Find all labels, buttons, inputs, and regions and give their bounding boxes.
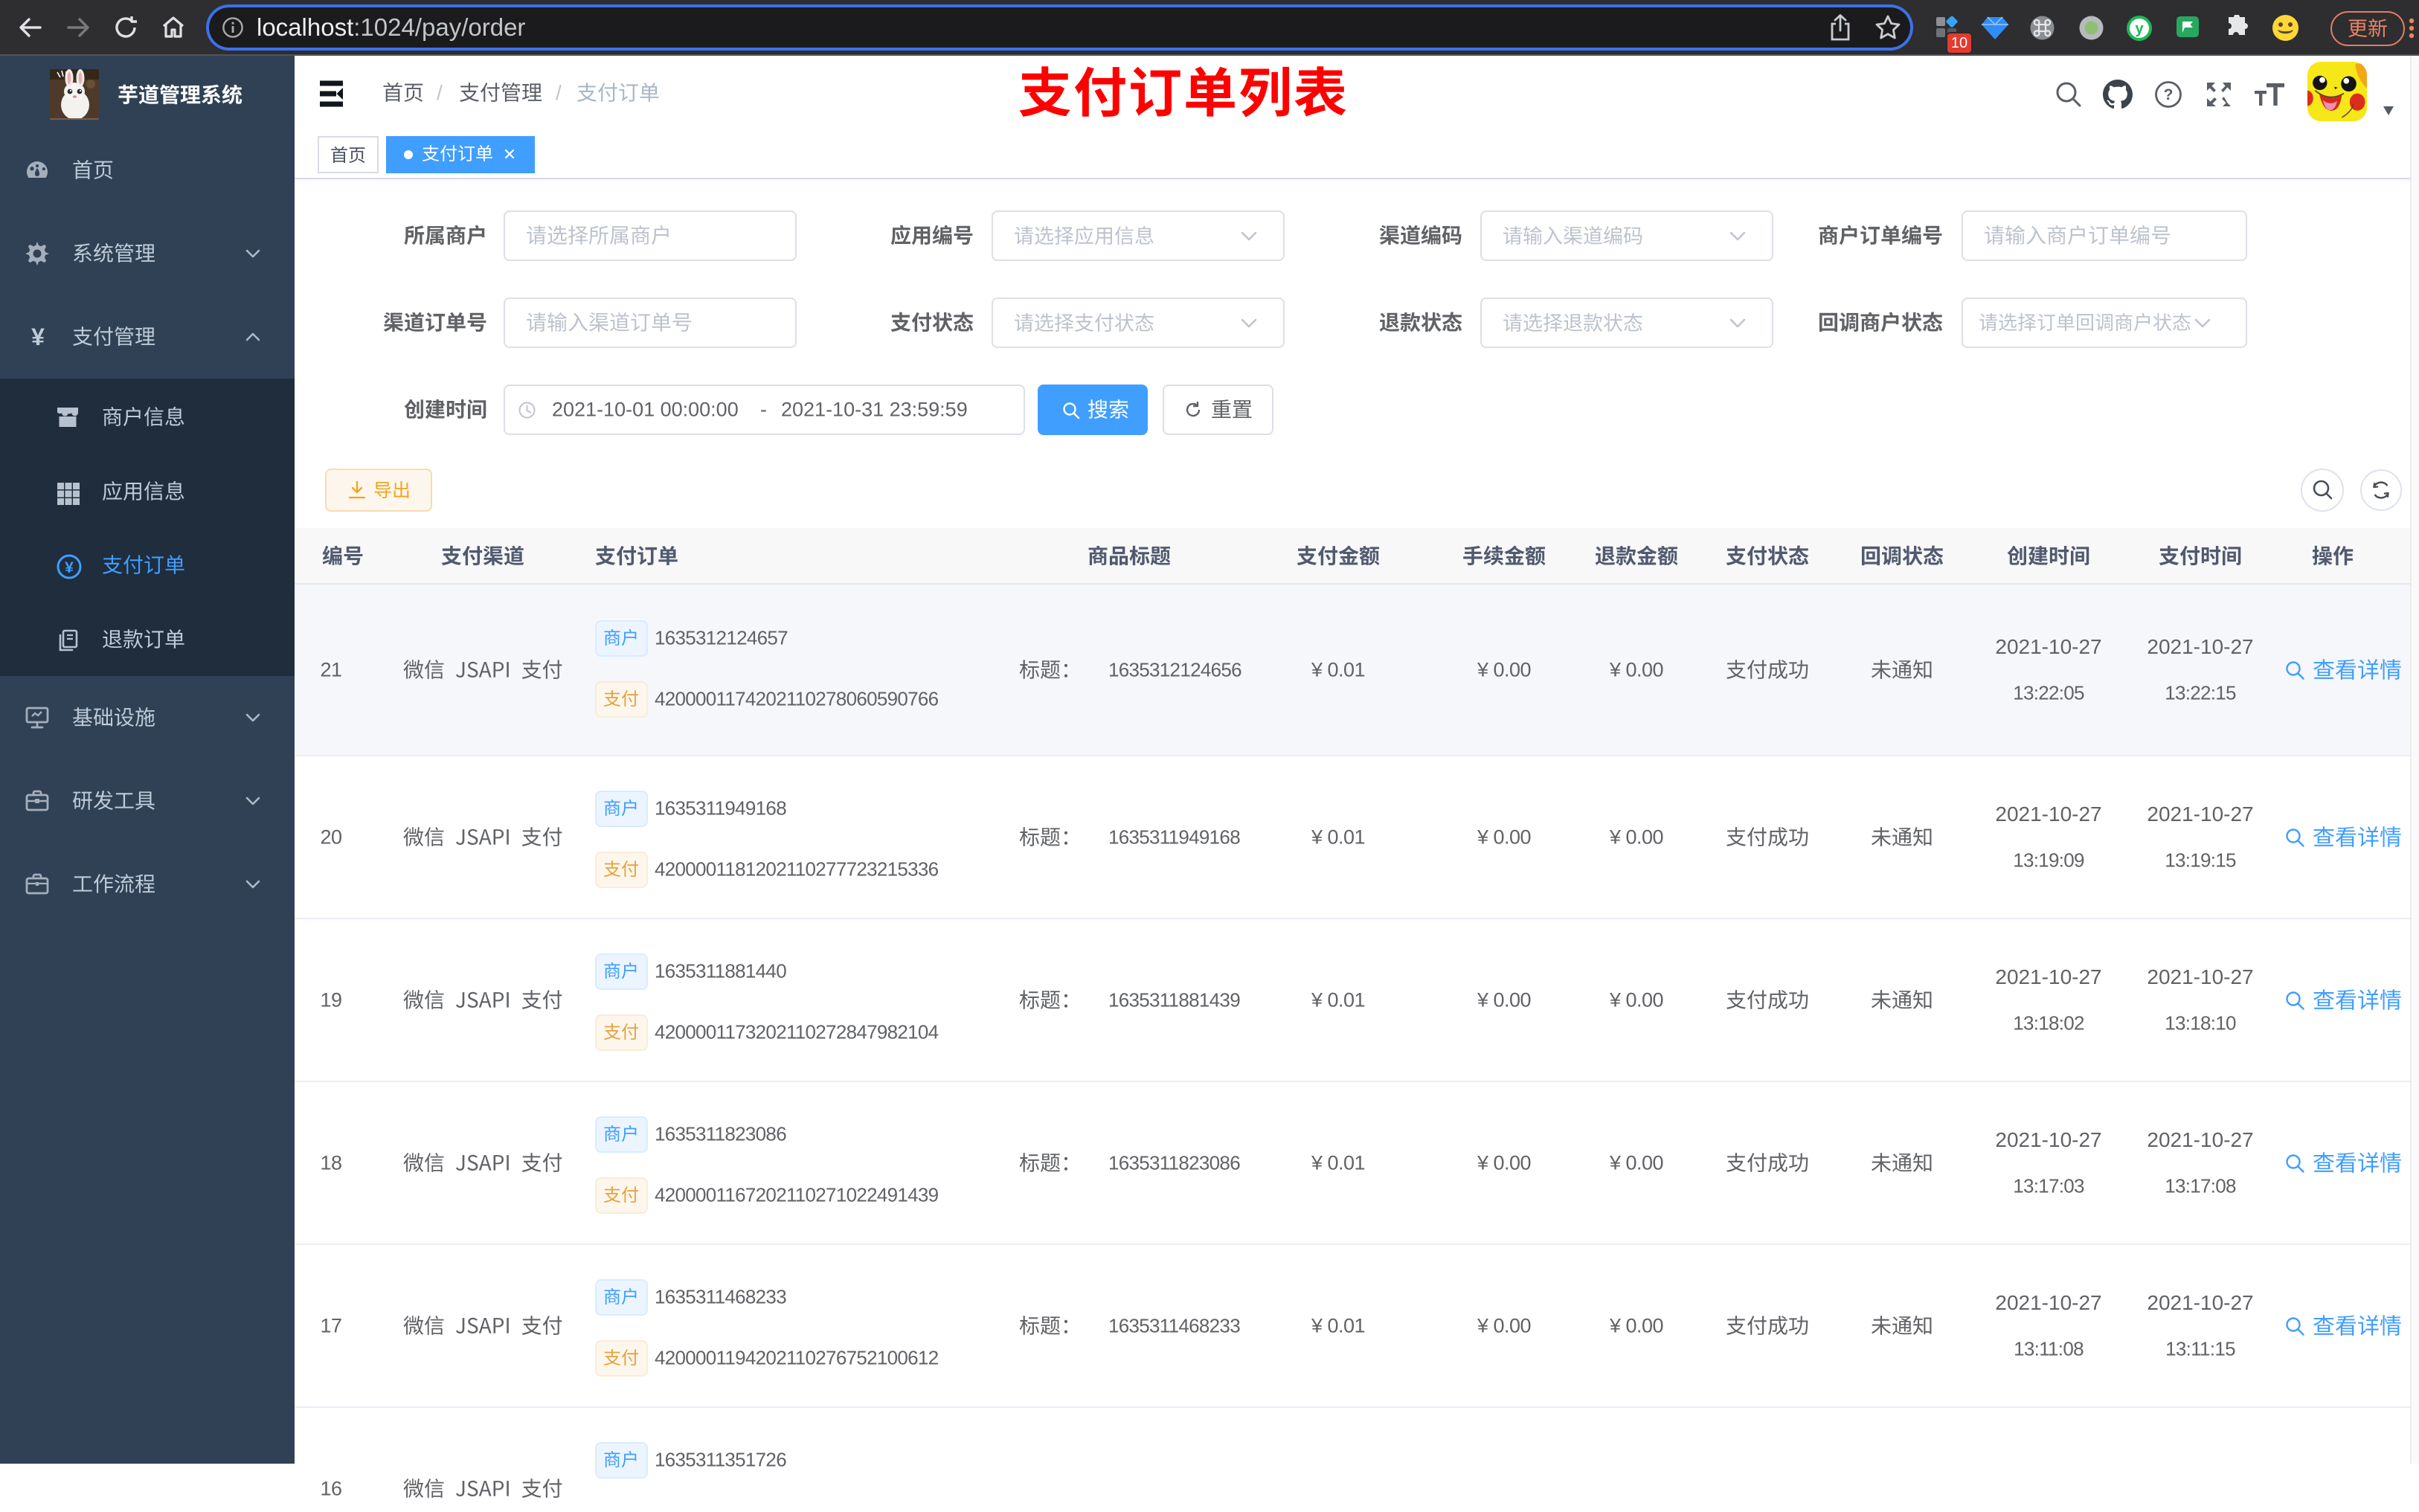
svg-text:y: y: [2135, 21, 2144, 37]
svg-text:?: ?: [2164, 86, 2174, 103]
svg-text:¥: ¥: [65, 559, 74, 576]
svg-text:¥: ¥: [31, 325, 45, 349]
